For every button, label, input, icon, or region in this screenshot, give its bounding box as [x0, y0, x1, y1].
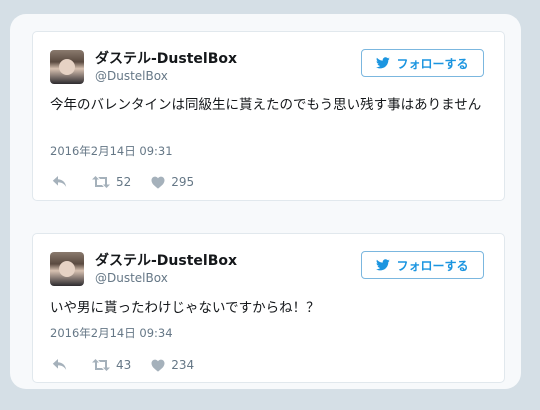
retweet-count: 52 — [116, 175, 132, 189]
heart-icon — [151, 176, 165, 189]
user-handle[interactable]: @DustelBox — [95, 271, 168, 285]
like-button[interactable]: 234 — [151, 358, 194, 372]
tweet-timestamp[interactable]: 2016年2月14日 09:31 — [50, 143, 173, 159]
tweet-card: ダステル-DustelBox @DustelBox フォローする 今年のバレンタ… — [32, 31, 505, 201]
tweet-text: いや男に貰ったわけじゃないですからね！？ — [50, 300, 320, 316]
user-handle[interactable]: @DustelBox — [95, 69, 168, 83]
avatar[interactable] — [50, 50, 84, 84]
embed-frame: ダステル-DustelBox @DustelBox フォローする 今年のバレンタ… — [10, 14, 521, 389]
like-count: 234 — [171, 358, 195, 372]
avatar[interactable] — [50, 252, 84, 286]
follow-label: フォローする — [396, 56, 469, 71]
twitter-bird-icon — [376, 259, 391, 271]
tweet-text: 今年のバレンタインは同級生に貰えたのでもう思い残す事はありません — [50, 97, 482, 113]
display-name[interactable]: ダステル-DustelBox — [95, 48, 237, 68]
reply-button[interactable] — [52, 175, 68, 189]
tweet-timestamp[interactable]: 2016年2月14日 09:34 — [50, 325, 173, 341]
retweet-button[interactable]: 52 — [92, 175, 131, 189]
retweet-count: 43 — [116, 358, 132, 372]
twitter-bird-icon — [376, 57, 391, 69]
tweet-card: ダステル-DustelBox @DustelBox フォローする いや男に貰った… — [32, 233, 505, 383]
follow-label: フォローする — [396, 258, 469, 273]
heart-icon — [151, 359, 165, 372]
follow-button[interactable]: フォローする — [361, 49, 484, 77]
reply-icon — [52, 359, 67, 370]
like-count: 295 — [171, 175, 195, 189]
follow-button[interactable]: フォローする — [361, 251, 484, 279]
retweet-button[interactable]: 43 — [92, 358, 131, 372]
tweet-actions: 52 295 — [52, 174, 194, 190]
reply-button[interactable] — [52, 358, 68, 372]
retweet-icon — [92, 176, 110, 188]
display-name[interactable]: ダステル-DustelBox — [95, 250, 237, 270]
tweet-actions: 43 234 — [52, 357, 194, 373]
reply-icon — [52, 176, 67, 187]
like-button[interactable]: 295 — [151, 175, 194, 189]
retweet-icon — [92, 359, 110, 371]
